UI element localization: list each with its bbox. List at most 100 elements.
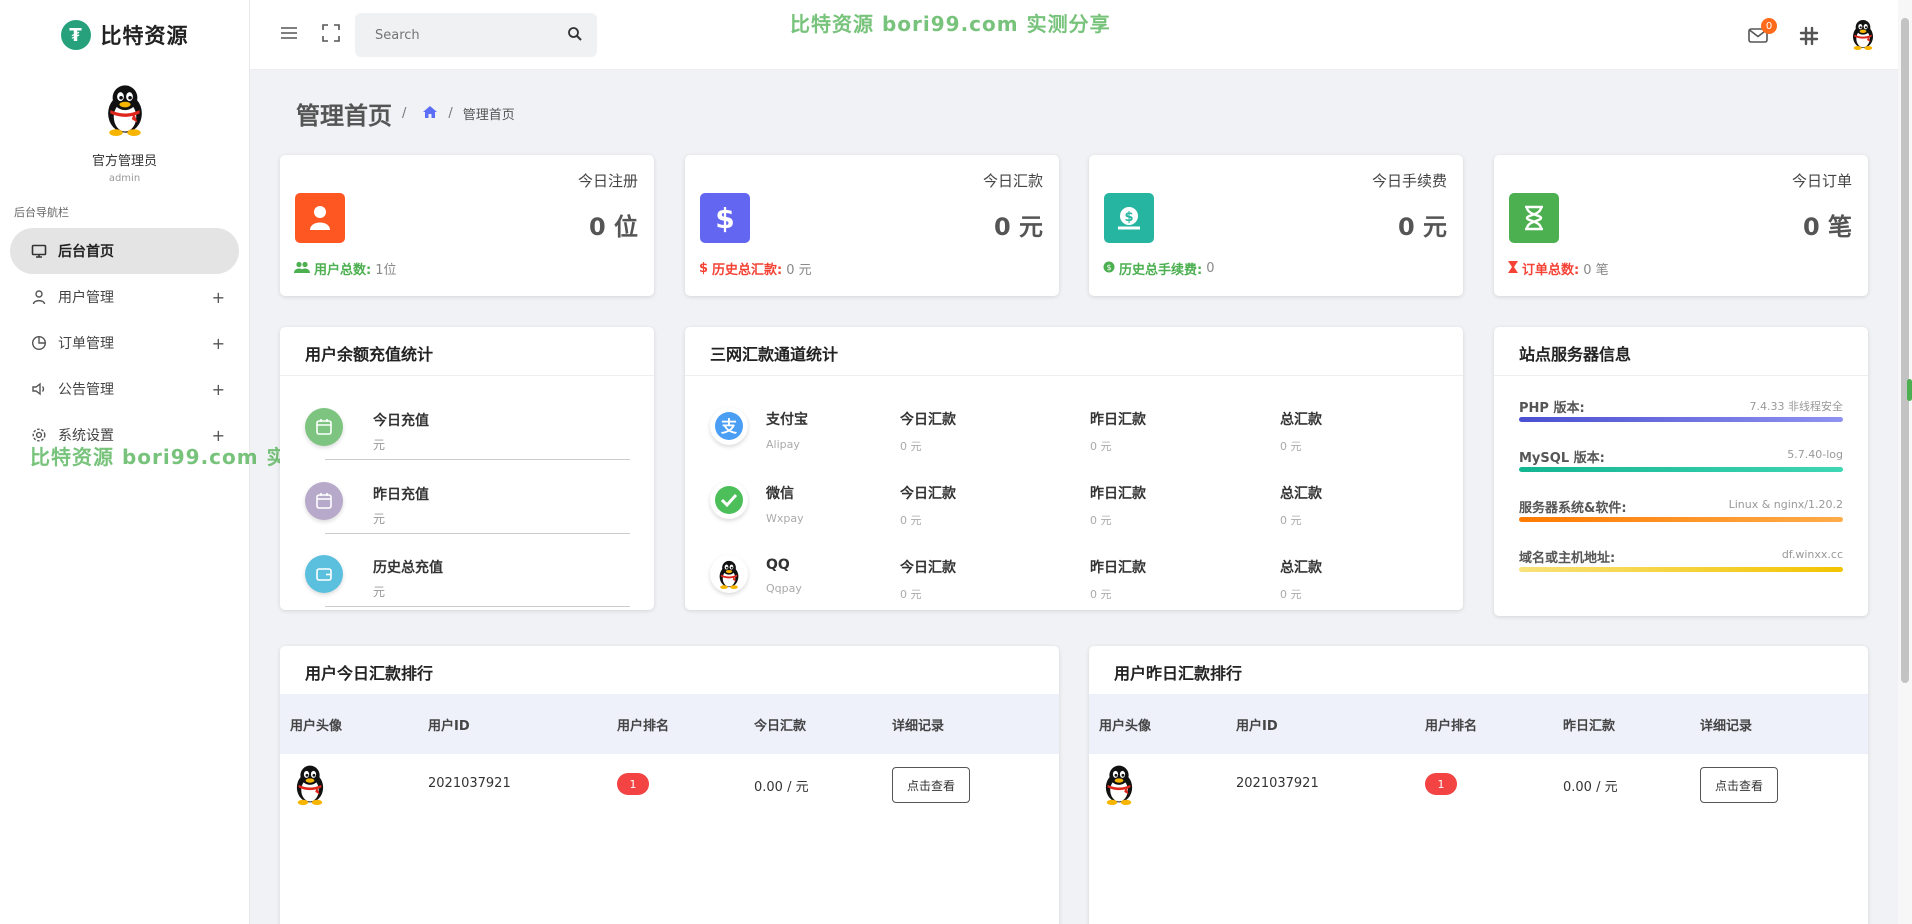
expand-plus-icon[interactable]: + bbox=[212, 288, 225, 307]
stat-value: 0 元 bbox=[1397, 213, 1447, 241]
page-scrollbar[interactable] bbox=[1898, 0, 1912, 924]
channel-sub: Wxpay bbox=[766, 512, 804, 525]
yesterday-label: 昨日汇款 bbox=[1090, 560, 1146, 576]
stat-card-orders: 今日订单 0 笔 订单总数: 0 笔 bbox=[1494, 155, 1868, 296]
list-item: 昨日充值 元 bbox=[305, 464, 630, 534]
user-icon bbox=[30, 288, 48, 306]
brand[interactable]: ₮ 比特资源 bbox=[0, 0, 249, 70]
rank-yesterday-card: 用户昨日汇款排行 用户头像 用户ID 用户排名 昨日汇款 详细记录 202103… bbox=[1089, 646, 1868, 924]
stat-footer-value: 0 元 bbox=[786, 263, 812, 278]
scroll-indicator bbox=[1907, 379, 1912, 401]
speaker-icon bbox=[30, 380, 48, 398]
column-header: 用户排名 bbox=[617, 719, 670, 734]
money-bag-stat-icon: $ bbox=[1104, 193, 1154, 243]
stat-card-remittance: 今日汇款 $ 0 元 $ 历史总汇款: 0 元 bbox=[685, 155, 1059, 296]
yesterday-value: 0 元 bbox=[1090, 588, 1112, 601]
stat-value: 0 位 bbox=[588, 213, 638, 241]
list-item: 今日充值 元 bbox=[305, 390, 630, 460]
breadcrumb-separator: / bbox=[448, 106, 453, 121]
table-header: 用户头像 用户ID 用户排名 今日汇款 详细记录 bbox=[280, 694, 1059, 754]
stat-title: 今日注册 bbox=[577, 172, 638, 190]
money-icon: $ bbox=[1103, 261, 1115, 277]
home-icon[interactable] bbox=[422, 105, 438, 123]
profile-name: 官方管理员 bbox=[91, 154, 157, 169]
server-value: 7.4.33 非线程安全 bbox=[1749, 400, 1843, 413]
nav-caption: 后台导航栏 bbox=[14, 206, 69, 219]
tether-logo-icon: ₮ bbox=[60, 20, 91, 50]
calendar-icon bbox=[305, 408, 343, 446]
sidebar-item-home[interactable]: 后台首页 bbox=[10, 228, 239, 274]
search-box bbox=[355, 13, 597, 57]
penguin-avatar bbox=[98, 82, 152, 136]
column-header: 用户ID bbox=[1236, 719, 1278, 734]
search-icon[interactable] bbox=[567, 26, 583, 46]
total-value: 0 元 bbox=[1280, 588, 1302, 601]
recharge-value: 元 bbox=[373, 512, 386, 526]
breadcrumb-current: 管理首页 bbox=[462, 108, 515, 123]
alipay-icon: 支 bbox=[710, 407, 748, 445]
sidebar-item-notices[interactable]: 公告管理 + bbox=[10, 366, 239, 412]
yesterday-value: 0 元 bbox=[1090, 440, 1112, 453]
divider bbox=[325, 533, 630, 534]
dollar-stat-icon: $ bbox=[700, 193, 750, 243]
divider bbox=[1494, 375, 1868, 376]
user-avatar bbox=[1101, 763, 1137, 805]
svg-text:$: $ bbox=[1106, 263, 1111, 272]
sidebar-item-label: 用户管理 bbox=[58, 290, 114, 306]
today-label: 今日汇款 bbox=[900, 560, 956, 576]
stat-footer-value: 0 bbox=[1206, 261, 1215, 276]
divider bbox=[685, 375, 1463, 376]
server-key: MySQL 版本: bbox=[1519, 451, 1605, 466]
watermark-text: 比特资源 bori99.com 实测分享 bbox=[790, 12, 1111, 36]
stat-footer-key: 历史总汇款: bbox=[712, 263, 783, 278]
channel-name: 支付宝 bbox=[766, 412, 808, 428]
total-value: 0 元 bbox=[1280, 440, 1302, 453]
stat-footer-key: 订单总数: bbox=[1522, 263, 1580, 278]
stat-footer-key: 历史总手续费: bbox=[1119, 263, 1203, 278]
card-title: 站点服务器信息 bbox=[1519, 345, 1632, 364]
server-key: PHP 版本: bbox=[1519, 401, 1585, 416]
user-id: 2021037921 bbox=[428, 776, 511, 791]
today-value: 0 元 bbox=[900, 588, 922, 601]
menu-toggle-icon[interactable] bbox=[278, 22, 300, 44]
stat-value: 0 笔 bbox=[1802, 213, 1852, 241]
channel-sub: Qqpay bbox=[766, 582, 802, 595]
column-header: 今日汇款 bbox=[754, 719, 807, 734]
server-key: 服务器系统&软件: bbox=[1519, 501, 1627, 516]
sidebar-item-label: 公告管理 bbox=[58, 382, 114, 398]
view-details-button[interactable]: 点击查看 bbox=[1700, 767, 1778, 803]
amount: 0.00 / 元 bbox=[1563, 780, 1618, 795]
channel-stats-card: 三网汇款通道统计 支 支付宝 Alipay 今日汇款 0 元 昨日汇款 0 元 总汇款… bbox=[685, 327, 1463, 610]
hourglass-icon bbox=[1508, 260, 1518, 277]
column-header: 用户排名 bbox=[1425, 719, 1478, 734]
yesterday-value: 0 元 bbox=[1090, 514, 1112, 527]
channel-row-wechat: 微信 Wxpay 今日汇款 0 元 昨日汇款 0 元 总汇款 0 元 bbox=[710, 463, 1450, 535]
hourglass-stat-icon bbox=[1509, 193, 1559, 243]
server-value: df.winxx.cc bbox=[1781, 548, 1843, 561]
server-key: 域名或主机地址: bbox=[1519, 551, 1616, 566]
view-details-button[interactable]: 点击查看 bbox=[892, 767, 970, 803]
user-stat-icon bbox=[295, 193, 345, 243]
scrollbar-thumb[interactable] bbox=[1901, 18, 1909, 683]
search-input[interactable] bbox=[355, 13, 555, 57]
column-header: 昨日汇款 bbox=[1563, 719, 1616, 734]
profile: 官方管理员 admin bbox=[0, 70, 249, 184]
channel-row-alipay: 支 支付宝 Alipay 今日汇款 0 元 昨日汇款 0 元 总汇款 0 元 bbox=[710, 389, 1450, 461]
total-label: 总汇款 bbox=[1280, 412, 1322, 428]
sidebar-item-users[interactable]: 用户管理 + bbox=[10, 274, 239, 320]
expand-plus-icon[interactable]: + bbox=[212, 380, 225, 399]
user-avatar[interactable] bbox=[1847, 18, 1879, 50]
rank-badge: 1 bbox=[617, 773, 649, 795]
slack-icon[interactable] bbox=[1799, 26, 1821, 46]
sidebar-item-orders[interactable]: 订单管理 + bbox=[10, 320, 239, 366]
pie-chart-icon bbox=[30, 334, 48, 352]
fullscreen-icon[interactable] bbox=[320, 22, 342, 44]
divider bbox=[325, 606, 630, 607]
yesterday-label: 昨日汇款 bbox=[1090, 486, 1146, 502]
expand-plus-icon[interactable]: + bbox=[212, 334, 225, 353]
column-header: 用户头像 bbox=[1099, 719, 1152, 734]
table-header: 用户头像 用户ID 用户排名 昨日汇款 详细记录 bbox=[1089, 694, 1868, 754]
page-title: 管理首页 bbox=[296, 102, 392, 130]
card-title: 三网汇款通道统计 bbox=[710, 345, 839, 364]
calendar-icon bbox=[305, 482, 343, 520]
